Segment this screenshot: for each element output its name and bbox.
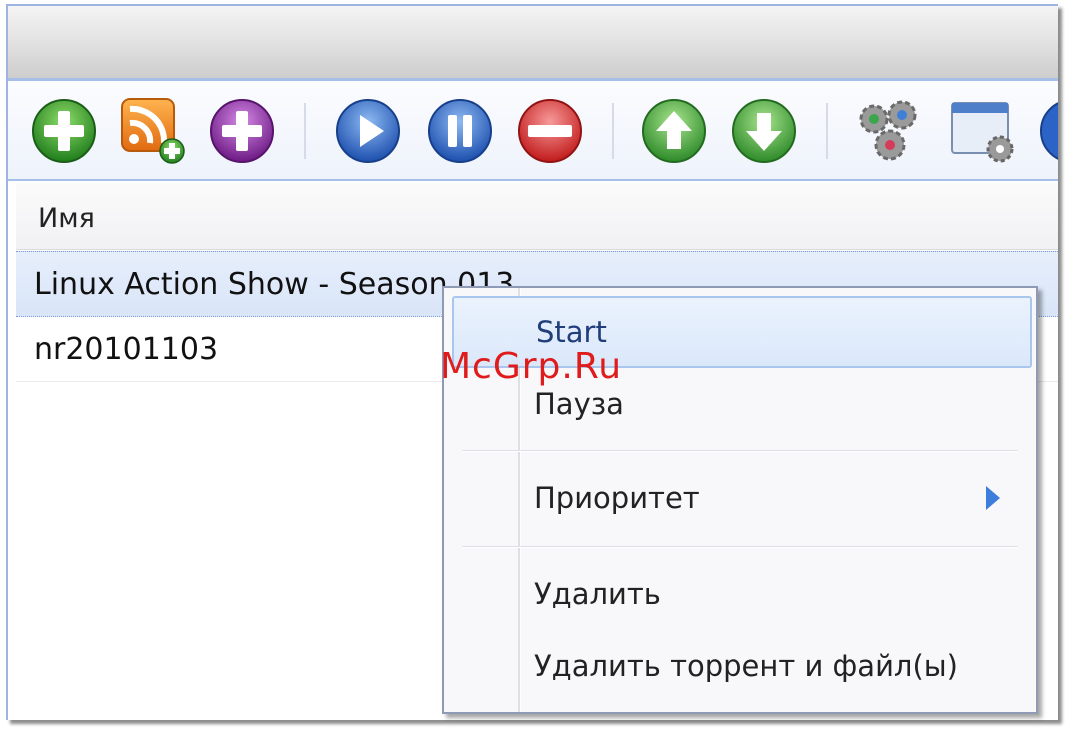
toolbar-separator [826, 103, 828, 159]
watermark-text: McGrp.Ru [440, 346, 623, 387]
toolbar [8, 81, 1058, 181]
menu-item-label: Удалить [534, 577, 661, 611]
title-bar[interactable] [8, 6, 1058, 81]
help-button[interactable] [1038, 97, 1058, 165]
column-header-label: Имя [38, 203, 95, 234]
toolbar-separator [612, 103, 614, 159]
stop-button[interactable] [516, 97, 584, 165]
pause-button[interactable] [426, 97, 494, 165]
add-rss-button[interactable] [118, 97, 186, 165]
menu-item-delete-torrent-and-files[interactable]: Удалить торрент и файл(ы) [452, 632, 1028, 700]
menu-separator [462, 546, 1018, 548]
add-url-button[interactable] [208, 97, 276, 165]
menu-item-priority[interactable]: Приоритет [452, 464, 1028, 532]
add-torrent-button[interactable] [30, 97, 98, 165]
submenu-arrow-icon [986, 486, 1000, 510]
menu-item-label: Start [536, 315, 607, 349]
menu-separator [462, 450, 1018, 452]
menu-item-label: Пауза [534, 387, 624, 421]
column-header-name[interactable]: Имя [16, 183, 1058, 250]
window-settings-button[interactable] [948, 97, 1016, 165]
preferences-button[interactable] [854, 97, 922, 165]
menu-item-label: Удалить торрент и файл(ы) [534, 649, 958, 683]
menu-item-label: Приоритет [534, 481, 700, 515]
toolbar-separator [304, 103, 306, 159]
move-up-button[interactable] [640, 97, 708, 165]
start-button[interactable] [334, 97, 402, 165]
torrent-name: nr20101103 [34, 332, 219, 367]
move-down-button[interactable] [730, 97, 798, 165]
menu-item-delete[interactable]: Удалить [452, 560, 1028, 628]
